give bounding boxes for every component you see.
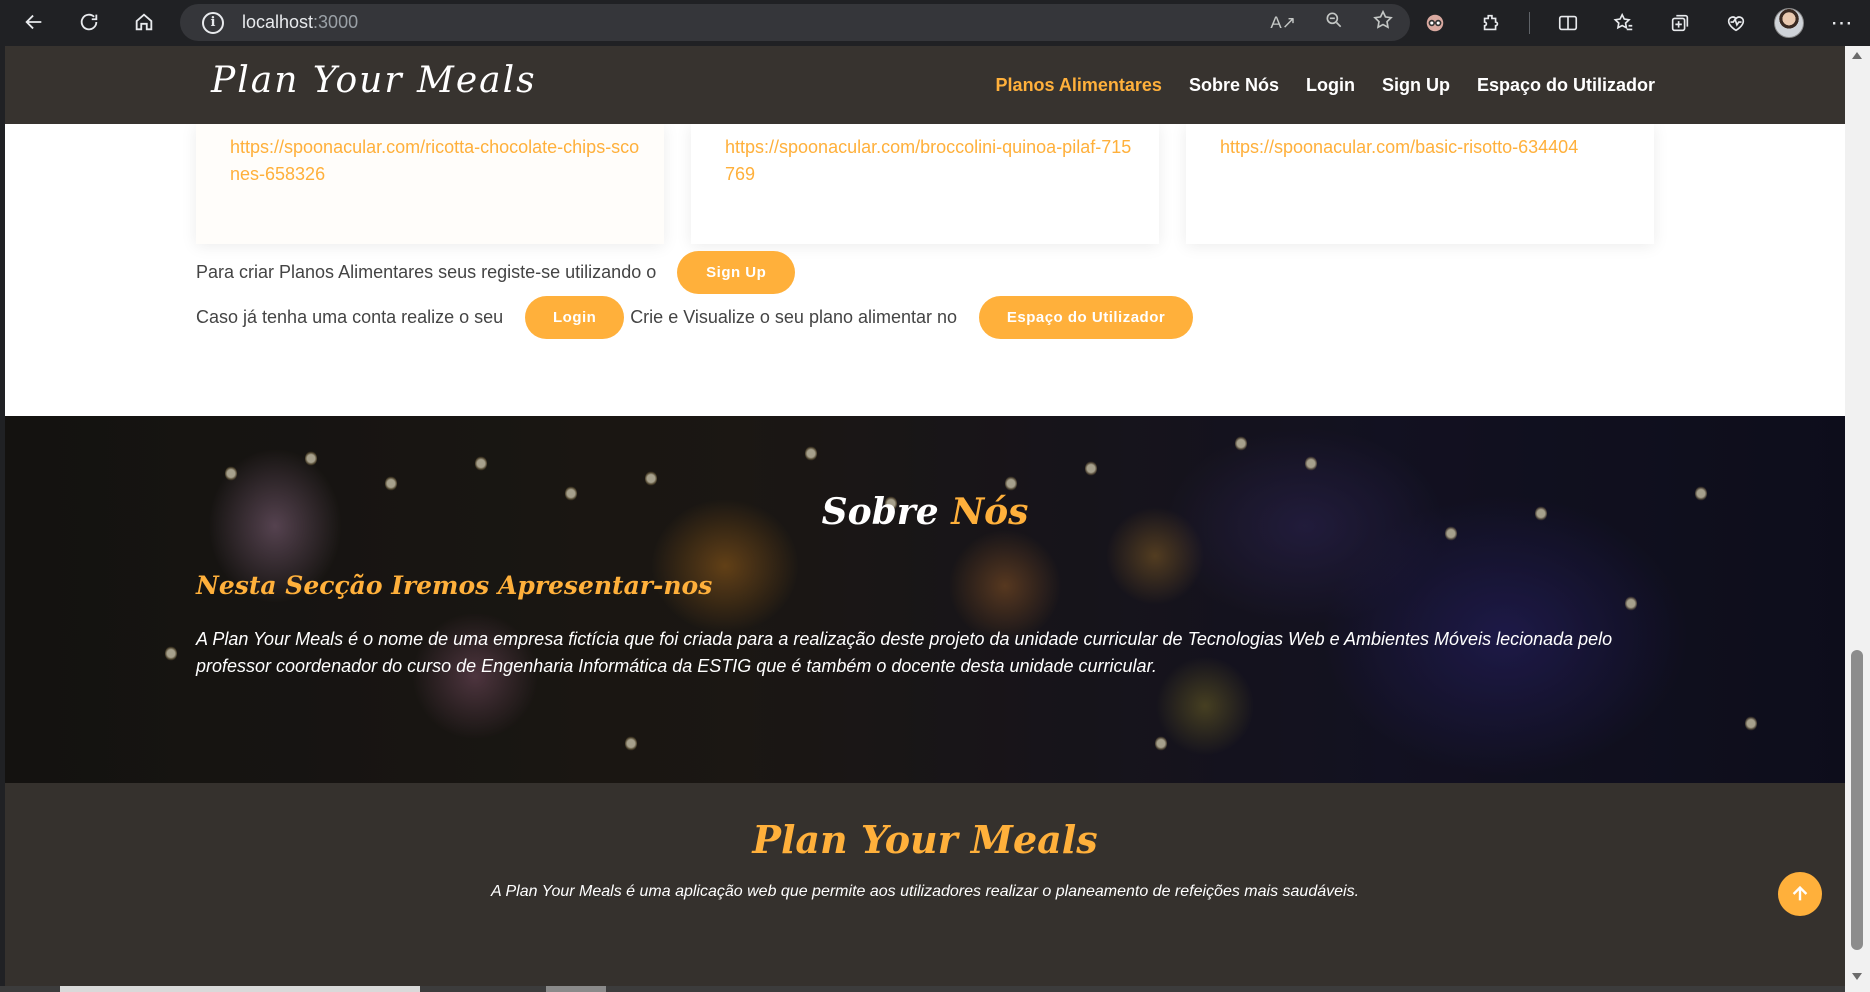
reload-icon[interactable]	[71, 4, 107, 40]
site-header: Plan Your Meals Planos Alimentares Sobre…	[5, 46, 1845, 124]
read-aloud-icon[interactable]: A↗	[1270, 13, 1296, 33]
browser-essentials-icon[interactable]	[1718, 5, 1754, 41]
toolbar-separator	[1529, 11, 1530, 34]
scroll-up-icon[interactable]	[1852, 52, 1862, 59]
login-cta-text: Caso já tenha uma conta realize o seu	[196, 307, 504, 327]
about-text: A Plan Your Meals é o nome de uma empres…	[196, 629, 1613, 676]
page-viewport: https://spoonacular.com/ricotta-chocolat…	[5, 46, 1845, 986]
recipe-card: https://spoonacular.com/ricotta-chocolat…	[196, 124, 664, 244]
about-subtitle: Nesta Secção Iremos Apresentar-nos	[196, 571, 713, 600]
nav-espaco-utilizador[interactable]: Espaço do Utilizador	[1477, 75, 1655, 96]
favorite-star-icon[interactable]	[1372, 9, 1394, 36]
about-title: Sobre Nós	[821, 491, 1029, 533]
scroll-down-icon[interactable]	[1852, 973, 1862, 980]
nav-login[interactable]: Login	[1306, 75, 1355, 96]
about-section: Sobre Nós Nesta Secção Iremos Apresentar…	[5, 416, 1845, 783]
browser-toolbar: i localhost:3000 A↗ ⋯	[0, 0, 1870, 45]
extensions-puzzle-icon[interactable]	[1473, 5, 1509, 41]
scroll-thumb[interactable]	[1851, 650, 1863, 950]
collections-icon[interactable]	[1662, 5, 1698, 41]
site-footer: Plan Your Meals A Plan Your Meals é uma …	[5, 783, 1845, 986]
split-screen-icon[interactable]	[1550, 5, 1586, 41]
site-info-icon[interactable]: i	[202, 11, 224, 34]
zoom-icon[interactable]	[1324, 10, 1344, 35]
recipe-card: https://spoonacular.com/broccolini-quino…	[691, 124, 1159, 244]
footer-title: Plan Your Meals	[752, 817, 1098, 862]
taskbar-strip	[0, 986, 1845, 992]
nav-sobre-nos[interactable]: Sobre Nós	[1189, 75, 1279, 96]
address-bar[interactable]: i localhost:3000 A↗	[180, 4, 1410, 41]
back-to-top-button[interactable]	[1778, 872, 1822, 916]
page-scrollbar[interactable]	[1845, 46, 1870, 992]
footer-text: A Plan Your Meals é uma aplicação web qu…	[490, 883, 1360, 900]
url-text[interactable]: localhost:3000	[242, 12, 358, 33]
signup-cta-row: Para criar Planos Alimentares seus regis…	[196, 251, 796, 294]
signup-cta-text: Para criar Planos Alimentares seus regis…	[196, 262, 657, 282]
back-icon[interactable]	[16, 4, 52, 40]
login-cta-row: Caso já tenha uma conta realize o seu Lo…	[196, 296, 1194, 339]
nav-planos-alimentares[interactable]: Planos Alimentares	[996, 75, 1162, 96]
signup-button[interactable]: Sign Up	[677, 251, 796, 294]
site-logo[interactable]: Plan Your Meals	[211, 60, 537, 101]
recipe-link[interactable]: https://spoonacular.com/basic-risotto-63…	[1220, 134, 1630, 161]
arrow-up-icon	[1792, 885, 1808, 901]
nav-sign-up[interactable]: Sign Up	[1382, 75, 1450, 96]
recipe-link[interactable]: https://spoonacular.com/ricotta-chocolat…	[230, 134, 640, 188]
profile-avatar[interactable]	[1774, 7, 1804, 38]
login-button[interactable]: Login	[525, 296, 625, 339]
more-menu-icon[interactable]: ⋯	[1824, 5, 1860, 41]
space-cta-text: Crie e Visualize o seu plano alimentar n…	[630, 307, 958, 327]
recipe-card: https://spoonacular.com/basic-risotto-63…	[1186, 124, 1654, 244]
user-space-button[interactable]: Espaço do Utilizador	[979, 296, 1194, 339]
extension-eyes-icon[interactable]	[1417, 5, 1453, 41]
recipe-link[interactable]: https://spoonacular.com/broccolini-quino…	[725, 134, 1135, 188]
main-nav: Planos Alimentares Sobre Nós Login Sign …	[996, 46, 1655, 124]
favorites-icon[interactable]	[1606, 5, 1642, 41]
home-icon[interactable]	[126, 4, 162, 40]
